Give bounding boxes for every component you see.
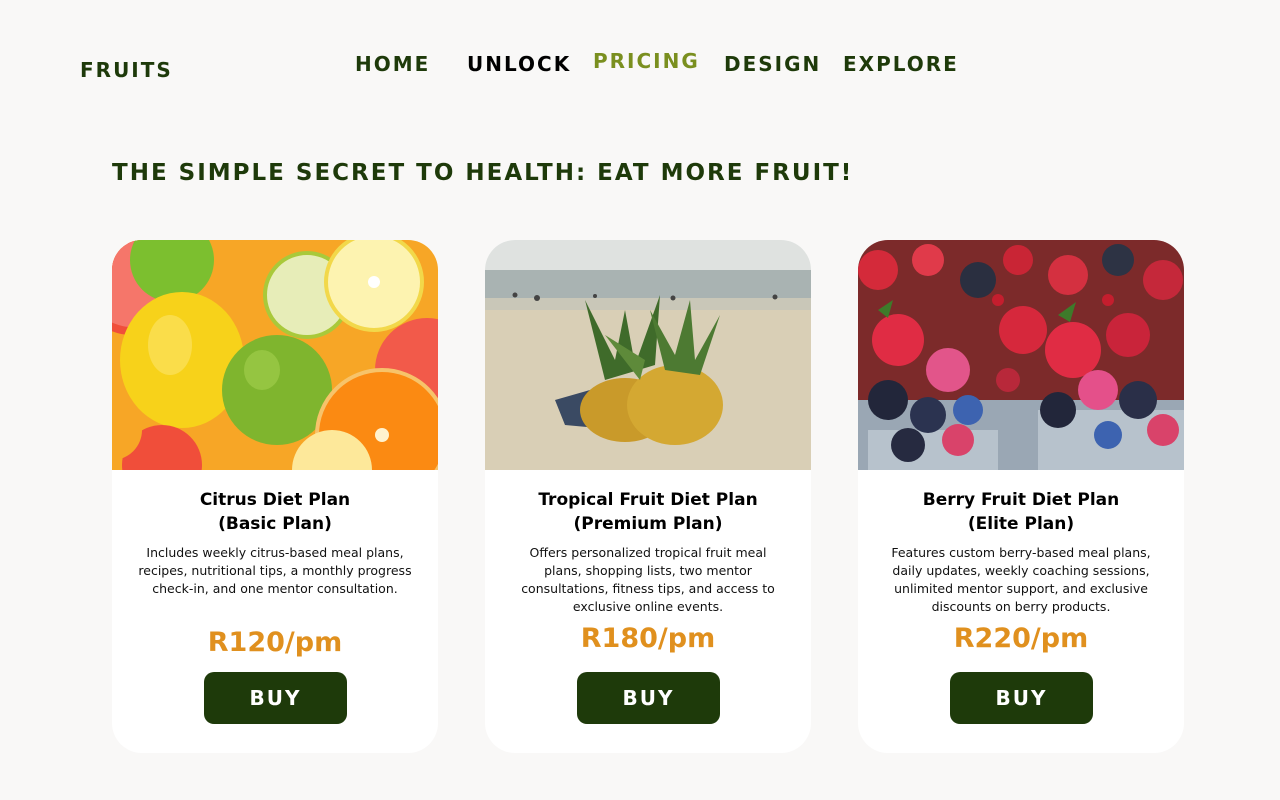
berries-in-punnets-photo bbox=[858, 240, 1184, 470]
plan-tier: (Elite Plan) bbox=[967, 514, 1075, 534]
plan-name: Citrus Diet Plan bbox=[199, 490, 351, 510]
plan-price: R180/pm bbox=[580, 623, 716, 654]
plan-price: R220/pm bbox=[953, 623, 1089, 654]
pricing-card-tropical: Tropical Fruit Diet Plan (Premium Plan) … bbox=[485, 240, 811, 753]
pineapples-on-beach-photo bbox=[485, 240, 811, 470]
plan-name: Berry Fruit Diet Plan bbox=[922, 490, 1120, 510]
plan-name: Tropical Fruit Diet Plan bbox=[538, 490, 758, 510]
buy-button-tropical[interactable]: BUY bbox=[577, 672, 720, 724]
nav-item-pricing[interactable]: PRICING bbox=[593, 49, 700, 73]
nav-item-home[interactable]: HOME bbox=[355, 52, 430, 76]
nav-item-unlock[interactable]: UNLOCK bbox=[467, 52, 571, 76]
plan-title: Citrus Diet Plan (Basic Plan) bbox=[122, 488, 428, 536]
plan-description: Features custom berry-based meal plans, … bbox=[891, 545, 1151, 614]
plan-title: Berry Fruit Diet Plan (Elite Plan) bbox=[868, 488, 1174, 536]
citrus-fruits-photo bbox=[112, 240, 438, 470]
nav-item-explore[interactable]: EXPLORE bbox=[843, 52, 959, 76]
plan-price: R120/pm bbox=[207, 627, 343, 658]
pricing-card-citrus: Citrus Diet Plan (Basic Plan) Includes w… bbox=[112, 240, 438, 753]
nav-item-design[interactable]: DESIGN bbox=[724, 52, 821, 76]
plan-description: Includes weekly citrus-based meal plans,… bbox=[138, 545, 412, 596]
plan-description: Offers personalized tropical fruit meal … bbox=[521, 545, 775, 614]
plan-tier: (Basic Plan) bbox=[218, 514, 332, 534]
buy-button-berry[interactable]: BUY bbox=[950, 672, 1093, 724]
pricing-card-berry: Berry Fruit Diet Plan (Elite Plan) Featu… bbox=[858, 240, 1184, 753]
plan-title: Tropical Fruit Diet Plan (Premium Plan) bbox=[495, 488, 801, 536]
plan-tier: (Premium Plan) bbox=[573, 514, 723, 534]
brand-logo[interactable]: FRUITS bbox=[80, 58, 173, 82]
buy-button-citrus[interactable]: BUY bbox=[204, 672, 347, 724]
page-headline: THE SIMPLE SECRET TO HEALTH: EAT MORE FR… bbox=[112, 160, 854, 186]
